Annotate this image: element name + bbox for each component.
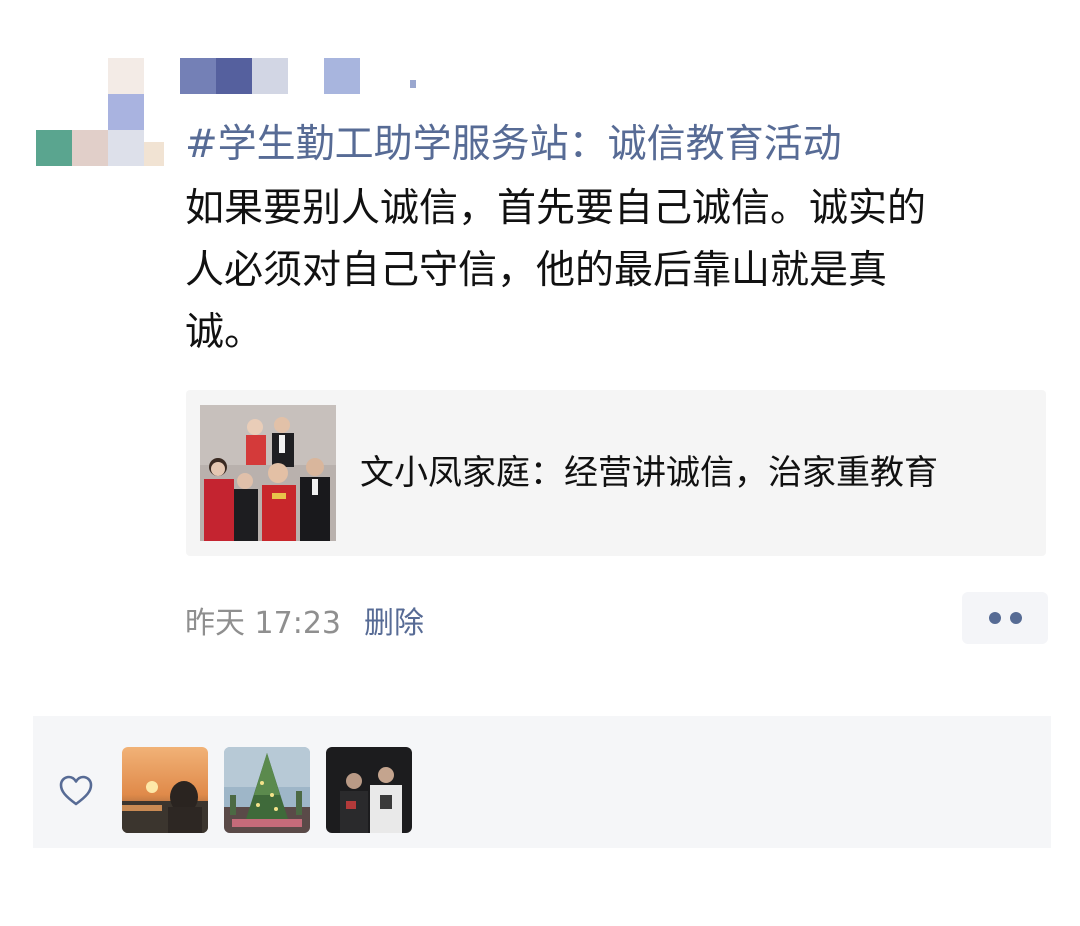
- article-thumbnail: [200, 405, 336, 541]
- post-body: 如果要别人诚信，首先要自己诚信。诚实的 人必须对自己守信，他的最后靠山就是真 诚…: [185, 178, 1045, 364]
- post-body-line: 诚。: [185, 310, 264, 355]
- post-timestamp: 昨天 17:23: [185, 606, 341, 641]
- liker-avatar[interactable]: [326, 747, 412, 833]
- more-actions-button[interactable]: [962, 592, 1048, 644]
- likes-section: [33, 716, 1051, 848]
- post-body-line: 人必须对自己守信，他的最后靠山就是真: [185, 248, 888, 293]
- article-title: 文小凤家庭：经营讲诚信，治家重教育: [360, 453, 938, 493]
- shared-article-card[interactable]: 文小凤家庭：经营讲诚信，治家重教育: [186, 390, 1046, 556]
- delete-button[interactable]: 删除: [364, 604, 424, 644]
- avatar[interactable]: [36, 58, 164, 166]
- dot-icon: [989, 612, 1001, 624]
- liker-avatar[interactable]: [122, 747, 208, 833]
- post-body-line: 如果要别人诚信，首先要自己诚信。诚实的: [185, 186, 927, 231]
- liker-avatar[interactable]: [224, 747, 310, 833]
- post-topic-link[interactable]: #学生勤工助学服务站：诚信教育活动: [185, 118, 842, 172]
- dot-icon: [1010, 612, 1022, 624]
- heart-outline-icon: [59, 775, 93, 806]
- user-nickname[interactable]: [180, 58, 420, 94]
